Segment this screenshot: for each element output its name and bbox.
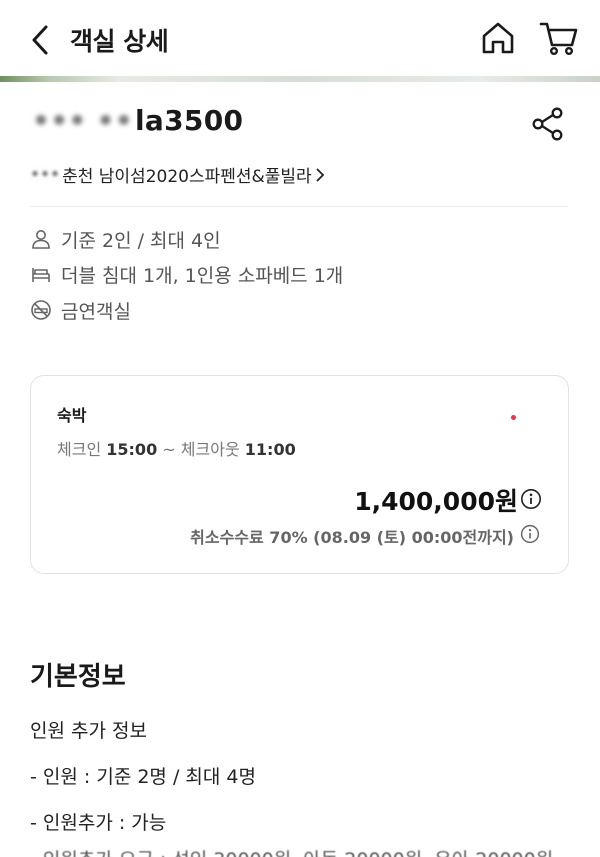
checkin-checkout-times: 체크인 15:00 ~ 체크아웃 11:00 (57, 436, 296, 460)
room-name-visible: la3500 (135, 104, 244, 137)
status-dot (511, 415, 516, 420)
property-name: 춘천 남이섬2020스파펜션&풀빌라 (62, 167, 312, 187)
share-icon (532, 107, 563, 141)
feature-capacity: 기준 2인 / 최대 4인 (30, 224, 221, 254)
no-smoking-icon (30, 299, 52, 321)
room-detail-page: 객실 상세 ••• ••la3500 ••• 춘천 남이섬2020스파펜션&풀빌… (0, 0, 600, 857)
feature-text: 금연객실 (61, 300, 131, 323)
checkout-label: 체크아웃 (180, 440, 240, 459)
room-name-hidden: ••• •• (32, 104, 134, 137)
back-button[interactable] (22, 20, 58, 60)
feature-smoking: 금연객실 (30, 295, 131, 325)
info-icon (521, 489, 541, 509)
info-line: - 인원 : 기준 2명 / 최대 4명 (30, 766, 256, 788)
feature-beds: 더블 침대 1개, 1인용 소파베드 1개 (30, 259, 343, 289)
property-name-hidden: ••• (30, 164, 61, 185)
bed-icon (30, 263, 52, 285)
feature-text: 더블 침대 1개, 1인용 소파베드 1개 (61, 264, 344, 287)
chevron-right-icon (316, 167, 324, 182)
property-link[interactable]: ••• 춘천 남이섬2020스파펜션&풀빌라 (30, 162, 326, 187)
stay-type: 숙박 (57, 406, 87, 425)
app-header: 객실 상세 (0, 0, 600, 76)
info-line: 인원 추가 정보 (30, 720, 147, 742)
page-title: 객실 상세 (70, 27, 169, 56)
info-line: - 인원추가 요금 : 성인 30000원, 아동 20000원, 유아 200… (30, 845, 553, 857)
room-photo-edge (0, 76, 600, 82)
info-icon (520, 524, 540, 544)
cancellation-info-button[interactable] (520, 524, 540, 544)
person-icon (30, 228, 52, 250)
price-info-button[interactable] (520, 488, 542, 510)
home-icon (482, 22, 514, 54)
cancellation-fee: 취소수수료 70% (08.09 (토) 00:00전까지) (190, 528, 514, 547)
cart-icon (539, 22, 578, 56)
info-line: - 인원추가 : 가능 (30, 812, 167, 834)
room-name: ••• ••la3500 (32, 104, 243, 137)
checkin-time: 15:00 (106, 440, 158, 459)
home-button[interactable] (478, 18, 518, 58)
room-price: 1,400,000원 (354, 487, 518, 516)
chevron-left-icon (32, 25, 48, 55)
stay-option-card[interactable]: 숙박 체크인 15:00 ~ 체크아웃 11:00 1,400,000원 취소수… (30, 375, 569, 574)
cart-button[interactable] (538, 18, 580, 58)
checkin-label: 체크인 (57, 440, 102, 459)
divider (30, 206, 568, 207)
time-separator: ~ (162, 440, 176, 459)
feature-text: 기준 2인 / 최대 4인 (61, 229, 221, 252)
share-button[interactable] (528, 104, 568, 144)
basic-info-title: 기본정보 (30, 662, 126, 692)
checkout-time: 11:00 (244, 440, 296, 459)
